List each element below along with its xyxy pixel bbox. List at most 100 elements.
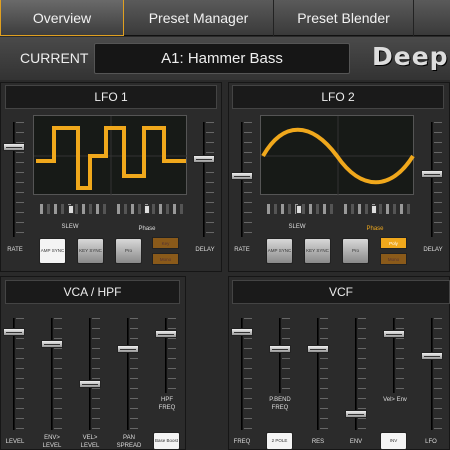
scale-tick <box>92 398 100 399</box>
scale-tick <box>244 368 252 369</box>
scale-tick <box>16 358 24 359</box>
lfo2-slew-mini-tick <box>323 204 326 214</box>
vcf-lfo-fader-track[interactable] <box>431 318 433 430</box>
lfo2-poly-button[interactable]: Poly <box>380 237 407 249</box>
scale-tick <box>16 222 24 223</box>
scale-tick <box>16 202 24 203</box>
lfo1-slew-mini-tick <box>61 204 64 214</box>
vcf-2-pole-button[interactable]: 2 POLE <box>266 432 293 450</box>
lfo1-rate-fader-knob[interactable] <box>3 143 25 151</box>
vca-title: VCA / HPF <box>5 280 180 304</box>
scale-tick <box>396 338 404 339</box>
scale-tick <box>130 358 138 359</box>
lfo2-rate-label: RATE <box>234 247 250 253</box>
lfo1-key-sync-button[interactable]: KEY SYNC <box>77 238 104 264</box>
lfo2-waveform-display <box>260 115 415 196</box>
vcf-pbend-freq-fader-track[interactable] <box>279 318 281 393</box>
vcf-res-fader-track[interactable] <box>317 318 319 430</box>
scale-tick <box>244 212 252 213</box>
vcf-vel-env-fader-knob[interactable] <box>383 330 405 338</box>
scale-tick <box>320 408 328 409</box>
lfo2-delay-fader-track[interactable] <box>431 122 433 237</box>
lfo2-slew-mini-tick <box>302 204 305 214</box>
scale-tick <box>130 428 138 429</box>
lfo1-delay-fader-knob[interactable] <box>193 155 215 163</box>
scale-tick <box>282 388 290 389</box>
lfo2-amp-sync-button[interactable]: AMP SYNC <box>266 238 293 264</box>
vca-base-boost-button[interactable]: Base Boost <box>153 432 180 450</box>
lfo2-rate-fader-knob[interactable] <box>231 172 253 180</box>
vcf-lfo-fader-knob[interactable] <box>421 352 443 360</box>
lfo2-title: LFO 2 <box>232 85 444 109</box>
tab-preset-blender[interactable]: Preset Blender <box>274 0 414 36</box>
tab-overview[interactable]: Overview <box>0 0 124 36</box>
lfo1-slew-mini-tick <box>82 204 85 214</box>
vca-env-level-fader-knob[interactable] <box>41 340 63 348</box>
vcf-lfo-label: LFO <box>425 439 437 445</box>
lfo1-phase-mini-tick <box>159 204 162 214</box>
scale-tick <box>92 358 100 359</box>
lfo1-rate-fader-track[interactable] <box>13 122 15 237</box>
scale-tick <box>282 328 290 329</box>
lfo2-pro-button[interactable]: Pro <box>342 238 369 264</box>
scale-tick <box>206 132 214 133</box>
scale-tick <box>434 348 442 349</box>
sine-wave-icon <box>261 116 415 196</box>
lfo1-slew-mini-tick <box>89 204 92 214</box>
scale-tick <box>434 132 442 133</box>
tab-preset-manager[interactable]: Preset Manager <box>124 0 274 36</box>
scale-tick <box>206 182 214 183</box>
scale-tick <box>92 388 100 389</box>
preset-name-display[interactable]: A1: Hammer Bass <box>94 43 350 74</box>
lfo1-slew-mini-slider[interactable] <box>68 205 74 214</box>
vca-level-fader-knob[interactable] <box>3 328 25 336</box>
vcf-res-fader-knob[interactable] <box>307 345 329 353</box>
scale-tick <box>54 428 62 429</box>
vca-pan-spread-fader-knob[interactable] <box>117 345 139 353</box>
vcf-pbend-freq-fader-knob[interactable] <box>269 345 291 353</box>
scale-tick <box>358 328 366 329</box>
vca-env-level-fader-track[interactable] <box>51 318 53 430</box>
vca-vel-level-fader-track[interactable] <box>89 318 91 430</box>
scale-tick <box>244 142 252 143</box>
scale-tick <box>92 348 100 349</box>
scale-tick <box>16 132 24 133</box>
lfo1-key-button[interactable]: Key <box>152 237 179 249</box>
vca-pan-spread-fader-track[interactable] <box>127 318 129 430</box>
lfo1-delay-fader-track[interactable] <box>203 122 205 237</box>
vcf-env-fader-knob[interactable] <box>345 410 367 418</box>
tab-bar: Overview Preset Manager Preset Blender <box>0 0 450 36</box>
lfo1-pro-button[interactable]: Pro <box>115 238 142 264</box>
scale-tick <box>358 388 366 389</box>
vcf-freq-label: FREQ <box>233 439 251 445</box>
lfo2-delay-fader-knob[interactable] <box>421 170 443 178</box>
scale-tick <box>168 368 176 369</box>
scale-tick <box>320 418 328 419</box>
lfo1-phase-mini-tick <box>180 204 183 214</box>
lfo1-phase-label: Phase <box>138 226 156 232</box>
lfo2-phase-mini-slider[interactable] <box>371 205 377 214</box>
lfo1-amp-sync-button[interactable]: AMP SYNC <box>39 238 66 264</box>
scale-tick <box>206 232 214 233</box>
lfo2-phase-mini-tick <box>393 204 396 214</box>
scale-tick <box>244 152 252 153</box>
scale-tick <box>16 182 24 183</box>
vcf-freq-fader-knob[interactable] <box>231 328 253 336</box>
vcf-inv-button[interactable]: INV <box>380 432 407 450</box>
scale-tick <box>396 358 404 359</box>
lfo2-slew-mini-slider[interactable] <box>296 205 302 214</box>
scale-tick <box>358 408 366 409</box>
lfo1-mono-button[interactable]: Mono <box>152 253 179 265</box>
scale-tick <box>168 378 176 379</box>
scale-tick <box>130 338 138 339</box>
lfo2-key-sync-button[interactable]: KEY SYNC <box>304 238 331 264</box>
lfo2-mono-button[interactable]: Mono <box>380 253 407 265</box>
scale-tick <box>396 348 404 349</box>
lfo1-phase-mini-tick <box>131 204 134 214</box>
vca-hpf-freq-fader-knob[interactable] <box>155 330 177 338</box>
lfo1-slew-mini-tick <box>75 204 78 214</box>
scale-tick <box>244 378 252 379</box>
lfo1-phase-mini-slider[interactable] <box>144 205 150 214</box>
lfo2-phase-mini-tick <box>400 204 403 214</box>
vca-vel-level-fader-knob[interactable] <box>79 380 101 388</box>
